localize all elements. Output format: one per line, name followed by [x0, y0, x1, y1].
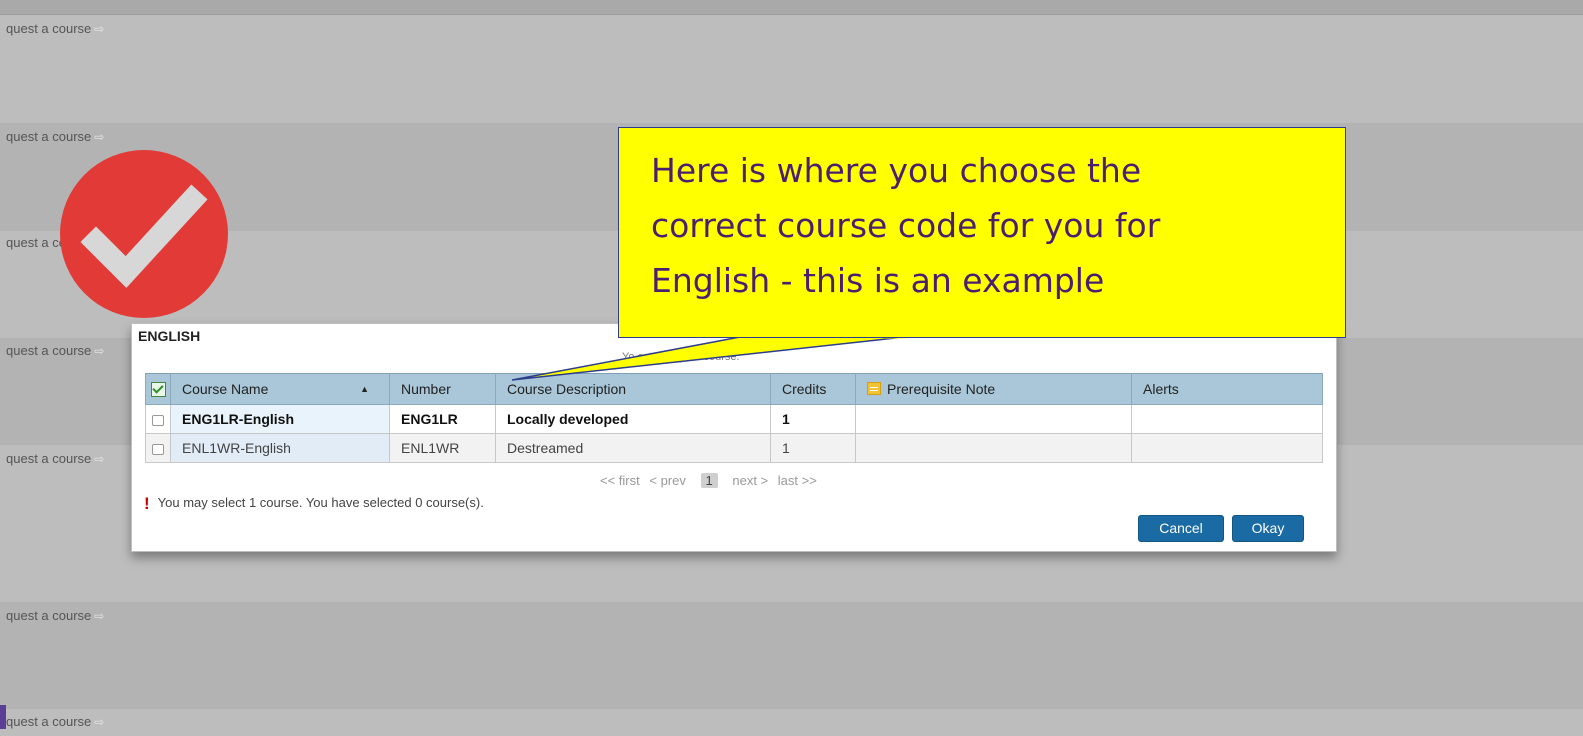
callout-line: English - this is an example	[651, 261, 1105, 300]
callout-line: correct course code for you for	[651, 206, 1161, 245]
callout-line: Here is where you choose the	[651, 151, 1142, 190]
annotation-callout: Here is where you choose the correct cou…	[618, 127, 1346, 338]
callout-pointer	[511, 335, 906, 381]
